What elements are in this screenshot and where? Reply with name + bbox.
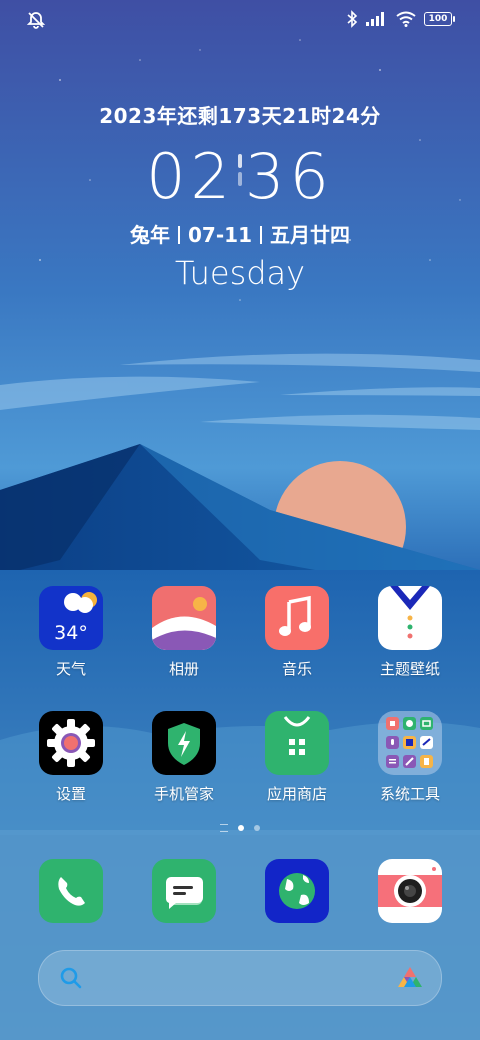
camera-icon	[378, 859, 442, 923]
app-label: 音乐	[281, 660, 312, 678]
phone-icon	[39, 859, 103, 923]
weekday: Tuesday	[174, 254, 306, 292]
app-settings[interactable]: 设置	[21, 711, 121, 804]
dock-browser[interactable]	[247, 859, 347, 923]
time-separator	[235, 133, 245, 205]
page-dot-2[interactable]	[254, 825, 260, 831]
dock-camera[interactable]	[360, 859, 460, 923]
app-drawer-indicator[interactable]	[220, 824, 228, 832]
signal-icon	[366, 12, 384, 26]
theme-icon	[378, 586, 442, 650]
messages-icon	[152, 859, 216, 923]
wifi-icon	[396, 11, 416, 27]
app-music[interactable]: 音乐	[247, 586, 347, 679]
weather-temp: 34°	[54, 622, 88, 644]
app-theme[interactable]: 主题壁纸	[360, 586, 460, 679]
zodiac-year: 兔年	[130, 223, 171, 247]
app-gallery[interactable]: 相册	[134, 586, 234, 679]
dock-phone[interactable]	[21, 859, 121, 923]
page-indicator[interactable]	[0, 824, 480, 832]
phone-manager-icon	[152, 711, 216, 775]
divider	[259, 226, 262, 244]
app-label: 应用商店	[266, 785, 327, 803]
date: 07-11	[188, 223, 252, 247]
app-label: 相册	[168, 660, 199, 678]
music-icon	[265, 586, 329, 650]
app-label: 天气	[55, 660, 86, 678]
page-dot-1[interactable]	[238, 825, 244, 831]
search-icon[interactable]	[59, 966, 83, 990]
minute: 36	[245, 140, 334, 213]
weather-icon: 34°	[39, 586, 103, 650]
app-weather[interactable]: 34° 天气	[21, 586, 121, 679]
gallery-icon	[152, 586, 216, 650]
date-line: 兔年 07-11 五月廿四	[0, 219, 480, 248]
bluetooth-icon	[347, 10, 358, 28]
status-bar: 100	[0, 0, 480, 40]
browser-icon	[265, 859, 329, 923]
settings-icon	[39, 711, 103, 775]
assistant-icon[interactable]	[395, 963, 425, 993]
year-countdown: 2023年还剩173天21时24分	[99, 104, 381, 128]
battery-indicator: 100	[424, 12, 455, 26]
search-bar[interactable]	[38, 950, 442, 1006]
clock-widget[interactable]: 2023年还剩173天21时24分 02 36 兔年 07-11 五月廿四 Tuesd…	[0, 96, 480, 292]
app-system-tools-folder[interactable]: 系统工具	[360, 711, 460, 804]
app-label: 手机管家	[153, 785, 214, 803]
app-label: 主题壁纸	[379, 660, 440, 678]
app-label: 设置	[55, 785, 86, 803]
app-store-icon	[265, 711, 329, 775]
lunar-date: 五月廿四	[269, 223, 350, 247]
app-store[interactable]: 应用商店	[247, 711, 347, 804]
time-display: 02 36	[0, 141, 480, 213]
system-tools-folder-icon	[378, 711, 442, 775]
mute-icon	[26, 12, 46, 29]
app-label: 系统工具	[379, 785, 440, 803]
hour: 02	[146, 140, 235, 213]
divider	[178, 226, 181, 244]
dock-messages[interactable]	[134, 859, 234, 923]
app-phone-manager[interactable]: 手机管家	[134, 711, 234, 804]
